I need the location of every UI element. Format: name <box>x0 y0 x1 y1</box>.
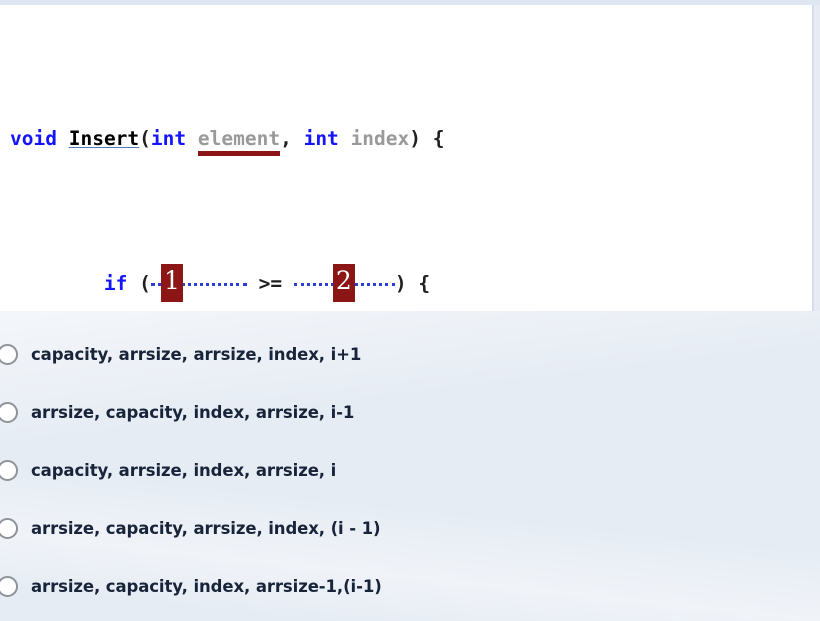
answer-option-3-label: capacity, arrsize, index, arrsize, i <box>31 460 337 480</box>
answer-option-5-label: arrsize, capacity, index, arrsize-1,(i-1… <box>31 576 382 596</box>
token-if-open: ( <box>127 272 151 295</box>
token-paren-close-brace: ) { <box>409 127 445 150</box>
answer-option-3[interactable]: capacity, arrsize, index, arrsize, i <box>0 455 336 485</box>
token-element-param: element <box>197 124 281 156</box>
radio-button-icon-2[interactable] <box>0 401 18 423</box>
radio-button-icon-4[interactable] <box>0 517 18 539</box>
radio-button-icon-3[interactable] <box>0 459 18 481</box>
code-line-1: void Insert(int element, int index) { <box>10 124 738 156</box>
code-question-panel: void Insert(int element, int index) { if… <box>0 5 814 311</box>
token-index-param: index <box>350 127 410 150</box>
token-comma: , <box>280 127 304 150</box>
token-if-close: ) { <box>394 272 431 295</box>
token-gte-1: >= <box>246 272 294 295</box>
answer-option-1-label: capacity, arrsize, arrsize, index, i+1 <box>31 344 362 364</box>
radio-button-icon-1[interactable] <box>0 343 18 365</box>
token-int-2: int <box>303 127 339 150</box>
blank-1-badge: 1 <box>160 264 183 302</box>
blank-2[interactable]: 2 <box>293 264 395 302</box>
token-if: if <box>103 272 128 295</box>
answer-option-4[interactable]: arrsize, capacity, arrsize, index, (i - … <box>0 513 381 543</box>
code-block: void Insert(int element, int index) { if… <box>10 8 738 311</box>
blank-2-badge: 2 <box>332 264 355 302</box>
token-void: void <box>10 127 57 150</box>
answer-option-2[interactable]: arrsize, capacity, index, arrsize, i-1 <box>0 397 354 427</box>
token-int-1: int <box>150 127 187 150</box>
answer-options-list: capacity, arrsize, arrsize, index, i+1 a… <box>0 311 820 621</box>
token-insert: Insert <box>68 127 140 150</box>
token-paren-open: ( <box>139 127 151 150</box>
quiz-screenshot: void Insert(int element, int index) { if… <box>0 0 820 621</box>
answer-option-1[interactable]: capacity, arrsize, arrsize, index, i+1 <box>0 339 361 369</box>
answer-option-2-label: arrsize, capacity, index, arrsize, i-1 <box>31 402 355 422</box>
answer-option-4-label: arrsize, capacity, arrsize, index, (i - … <box>31 518 381 538</box>
blank-1[interactable]: 1 <box>150 264 247 302</box>
code-line-2: if (1 >= 2 ) { <box>10 264 738 302</box>
radio-button-icon-5[interactable] <box>0 575 18 597</box>
answer-option-5[interactable]: arrsize, capacity, index, arrsize-1,(i-1… <box>0 571 382 601</box>
